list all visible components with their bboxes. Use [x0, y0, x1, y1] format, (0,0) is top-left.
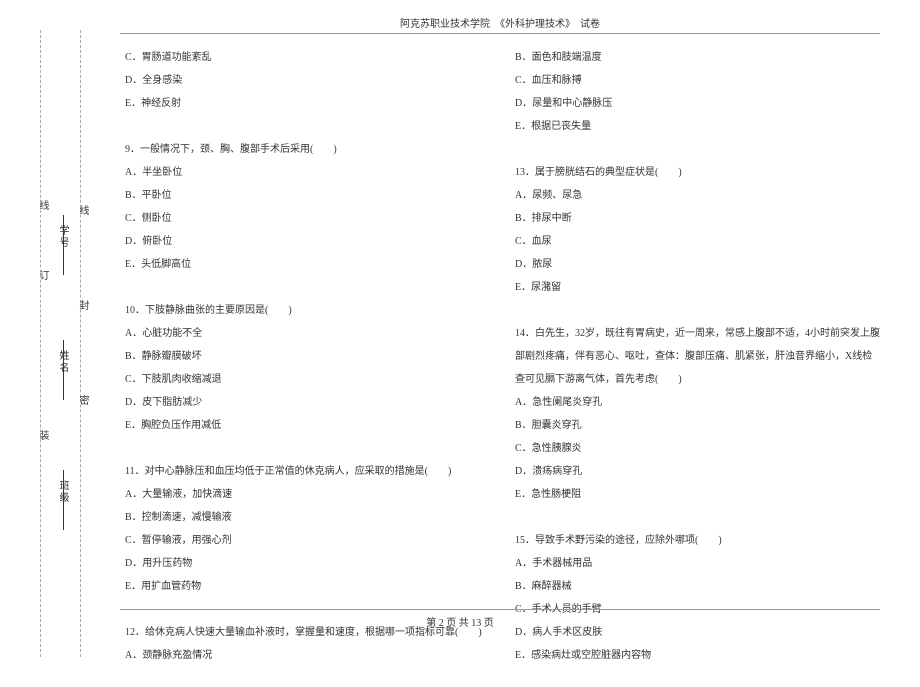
list-item: A．大量输液，加快滴速: [125, 483, 490, 506]
list-item: 15．导致手术野污染的途径，应除外哪项( ): [515, 529, 880, 552]
page-footer: 第 2 页 共 13 页: [0, 609, 920, 629]
list-item: 14．白先生，32岁，既往有胃病史，近一周来，常感上腹部不适，4小时前突发上腹部…: [515, 322, 880, 391]
list-item: B．控制滴速，减慢输液: [125, 506, 490, 529]
list-item: B．静脉瓣膜破坏: [125, 345, 490, 368]
page-number: 第 2 页 共 13 页: [426, 618, 494, 629]
list-item: D．脓尿: [515, 253, 880, 276]
list-item: E．尿潴留: [515, 276, 880, 299]
seal-xian-outer: 线: [35, 200, 50, 210]
seal-ding: 订: [35, 270, 50, 280]
list-item: D．溃疡病穿孔: [515, 460, 880, 483]
name-field-line: [63, 340, 64, 400]
binding-margin: 班级 姓名 学号 密 封 线 装 订 线: [15, 0, 115, 687]
list-item: D．皮下脂肪减少: [125, 391, 490, 414]
seal-zhuang: 装: [35, 430, 50, 440]
right-column: B．面色和肢端温度 C．血压和脉搏 D．尿量和中心静脉压 E．根据已丧失量 13…: [510, 46, 880, 667]
list-item: C．血尿: [515, 230, 880, 253]
list-item: [515, 506, 880, 529]
list-item: A．急性阑尾炎穿孔: [515, 391, 880, 414]
seal-xian-inner: 线: [75, 205, 90, 215]
header-divider: [120, 33, 880, 34]
inner-dashed-line: [80, 30, 81, 657]
list-item: B．排尿中断: [515, 207, 880, 230]
footer-divider: [120, 609, 880, 610]
list-item: B．麻醉器械: [515, 575, 880, 598]
list-item: B．平卧位: [125, 184, 490, 207]
seal-mi: 密: [75, 395, 90, 405]
list-item: A．颈静脉充盈情况: [125, 644, 490, 667]
outer-dashed-line: [40, 30, 41, 657]
list-item: 13．属于膀胱结石的典型症状是( ): [515, 161, 880, 184]
list-item: 11．对中心静脉压和血压均低于正常值的休克病人，应采取的措施是( ): [125, 460, 490, 483]
list-item: A．心脏功能不全: [125, 322, 490, 345]
list-item: A．尿频、尿急: [515, 184, 880, 207]
list-item: E．急性肠梗阻: [515, 483, 880, 506]
list-item: 9．一般情况下，颈、胸、腹部手术后采用( ): [125, 138, 490, 161]
list-item: 10．下肢静脉曲张的主要原因是( ): [125, 299, 490, 322]
list-item: E．神经反射: [125, 92, 490, 115]
list-item: C．暂停输液，用强心剂: [125, 529, 490, 552]
left-column: C．胃肠道功能紊乱 D．全身感染 E．神经反射 9．一般情况下，颈、胸、腹部手术…: [120, 46, 490, 667]
seal-feng: 封: [75, 300, 90, 310]
list-item: C．下肢肌肉收缩减退: [125, 368, 490, 391]
list-item: [125, 115, 490, 138]
list-item: B．面色和肢端温度: [515, 46, 880, 69]
list-item: [515, 299, 880, 322]
list-item: A．半坐卧位: [125, 161, 490, 184]
list-item: [515, 138, 880, 161]
list-item: E．用扩血管药物: [125, 575, 490, 598]
list-item: E．感染病灶或空腔脏器内容物: [515, 644, 880, 667]
list-item: [125, 437, 490, 460]
list-item: B．胆囊炎穿孔: [515, 414, 880, 437]
list-item: D．尿量和中心静脉压: [515, 92, 880, 115]
content-area: C．胃肠道功能紊乱 D．全身感染 E．神经反射 9．一般情况下，颈、胸、腹部手术…: [120, 46, 880, 667]
list-item: C．急性胰腺炎: [515, 437, 880, 460]
list-item: [125, 276, 490, 299]
list-item: D．俯卧位: [125, 230, 490, 253]
list-item: D．全身感染: [125, 69, 490, 92]
list-item: C．血压和脉搏: [515, 69, 880, 92]
list-item: E．根据已丧失量: [515, 115, 880, 138]
list-item: A．手术器械用品: [515, 552, 880, 575]
class-field-line: [63, 470, 64, 530]
list-item: C．胃肠道功能紊乱: [125, 46, 490, 69]
list-item: E．头低脚高位: [125, 253, 490, 276]
page-header-title: 阿克苏职业技术学院 《外科护理技术》 试卷: [120, 15, 880, 33]
list-item: C．侧卧位: [125, 207, 490, 230]
list-item: E．胸腔负压作用减低: [125, 414, 490, 437]
id-field-line: [63, 215, 64, 275]
list-item: D．用升压药物: [125, 552, 490, 575]
